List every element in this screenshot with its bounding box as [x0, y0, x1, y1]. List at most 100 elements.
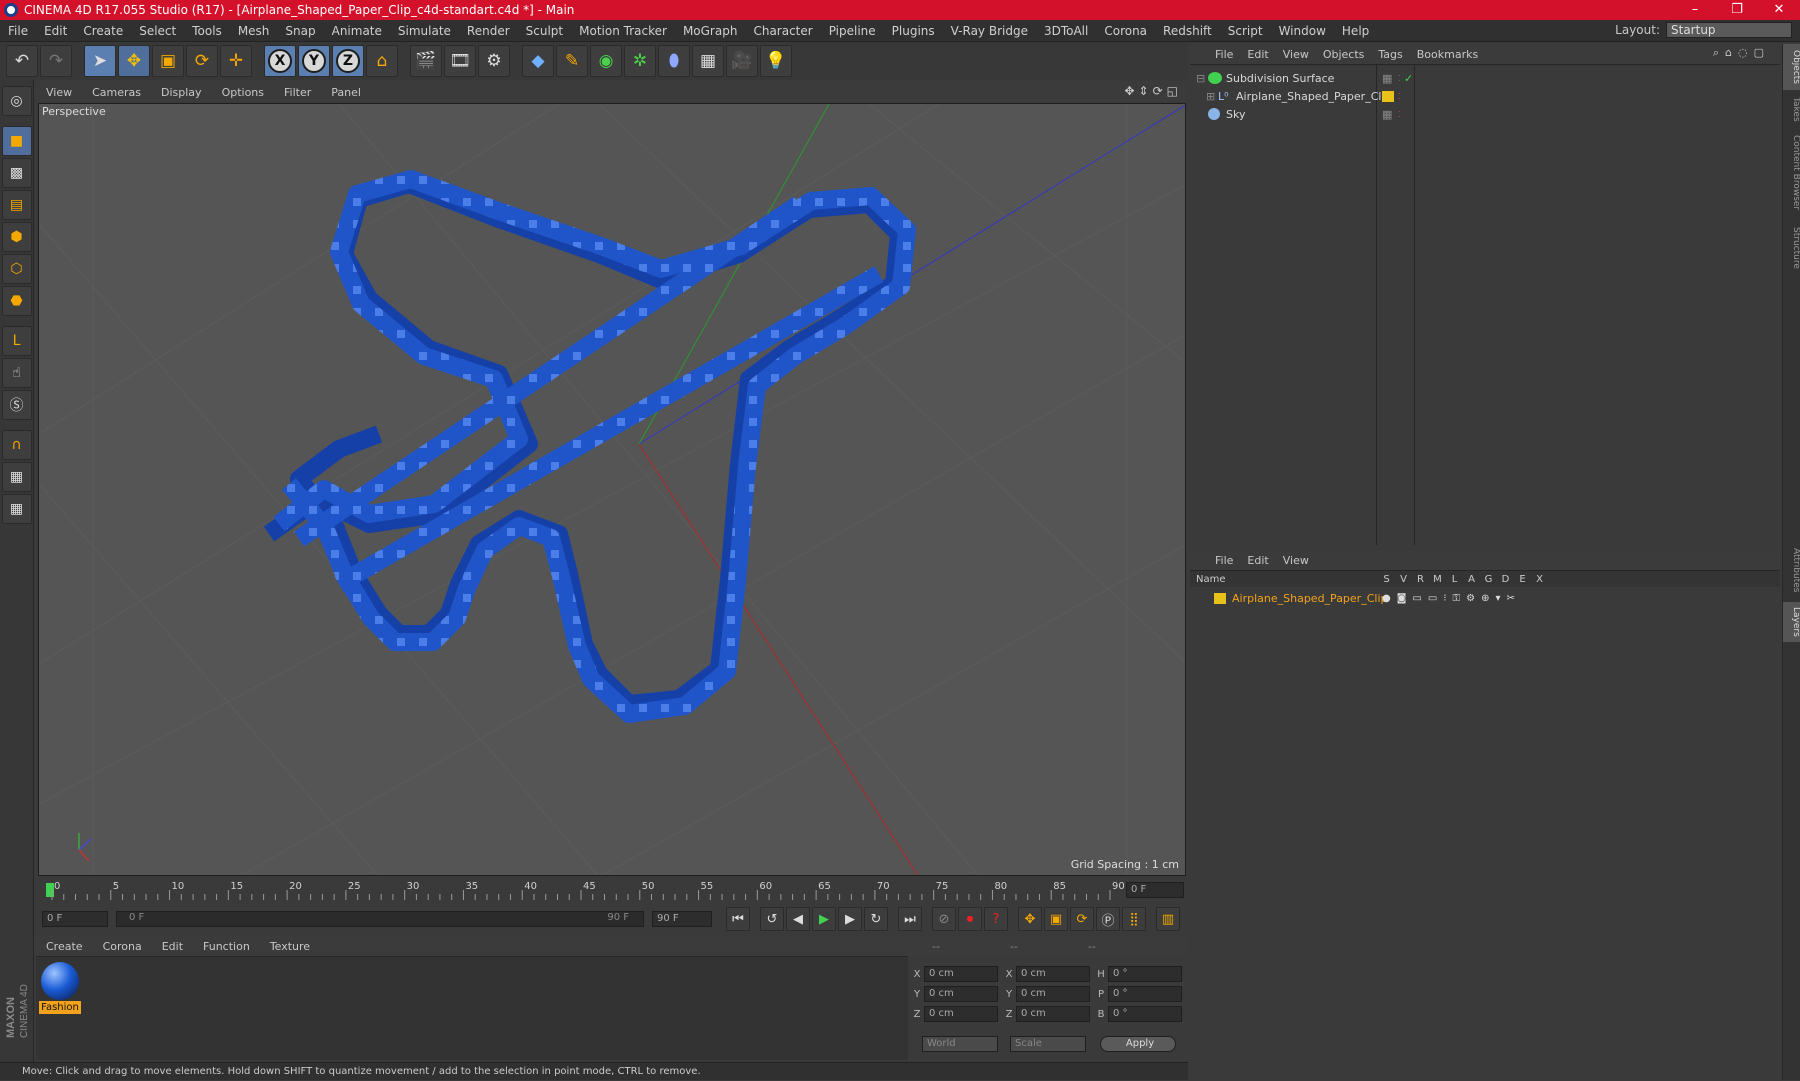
position-y-field[interactable]: 0 cm: [924, 986, 998, 1002]
key-parameter-icon[interactable]: Ⓟ: [1096, 907, 1120, 931]
objects-menu-file[interactable]: File: [1208, 48, 1240, 61]
current-frame-field[interactable]: 0 F: [1126, 882, 1184, 898]
cloner-icon[interactable]: ✲: [624, 45, 656, 77]
x-axis-lock-icon[interactable]: X: [264, 45, 296, 77]
menu-edit[interactable]: Edit: [36, 24, 75, 38]
menu-character[interactable]: Character: [745, 24, 820, 38]
key-position-icon[interactable]: ✥: [1018, 907, 1042, 931]
timeline-window-icon[interactable]: ▥: [1156, 907, 1180, 931]
material-menu-create[interactable]: Create: [36, 940, 93, 953]
key-rotation-icon[interactable]: ⟳: [1070, 907, 1094, 931]
objects-menu-bookmarks[interactable]: Bookmarks: [1410, 48, 1485, 61]
size-y-field[interactable]: 0 cm: [1016, 986, 1090, 1002]
viewport-menu-display[interactable]: Display: [151, 86, 212, 99]
undo-icon[interactable]: ↶: [6, 45, 38, 77]
tweak-mode-icon[interactable]: ☝: [1, 358, 32, 388]
menu-snap[interactable]: Snap: [277, 24, 323, 38]
coordinate-system-icon[interactable]: ⌂: [366, 45, 398, 77]
transform-tool-icon[interactable]: ✛: [220, 45, 252, 77]
render-view-icon[interactable]: 🎬: [410, 45, 442, 77]
tab-structure[interactable]: Structure: [1783, 218, 1800, 278]
move-tool-icon[interactable]: ✥: [118, 45, 150, 77]
previous-frame-icon[interactable]: ◀: [786, 907, 810, 931]
objects-menu-view[interactable]: View: [1276, 48, 1316, 61]
menu-motion-tracker[interactable]: Motion Tracker: [571, 24, 675, 38]
objects-menu-tags[interactable]: Tags: [1371, 48, 1409, 61]
key-scale-icon[interactable]: ▣: [1044, 907, 1068, 931]
playhead-marker[interactable]: [46, 883, 54, 897]
layer-color-icon[interactable]: [1214, 592, 1226, 604]
record-icon[interactable]: ⏺: [958, 907, 982, 931]
layers-menu-view[interactable]: View: [1276, 554, 1316, 567]
menu-help[interactable]: Help: [1334, 24, 1377, 38]
tab-content-browser[interactable]: Content Browser: [1783, 128, 1800, 218]
layer-color-icon[interactable]: [1382, 90, 1394, 102]
light-icon[interactable]: 💡: [760, 45, 792, 77]
visibility-dots-icon[interactable]: ⁚: [1398, 74, 1401, 83]
rotation-h-field[interactable]: 0 °: [1108, 966, 1182, 982]
edges-mode-icon[interactable]: ⬡: [1, 254, 32, 284]
airplane-paper-clip-model[interactable]: [263, 170, 916, 723]
model-mode-icon[interactable]: ■: [1, 126, 32, 156]
cube-primitive-icon[interactable]: ◆: [522, 45, 554, 77]
viewport-menu-panel[interactable]: Panel: [321, 86, 371, 99]
next-key-icon[interactable]: ↻: [864, 907, 888, 931]
z-axis-lock-icon[interactable]: Z: [332, 45, 364, 77]
tab-objects[interactable]: Objects: [1783, 44, 1800, 90]
maximize-button[interactable]: ❐: [1716, 0, 1758, 20]
layout-dropdown[interactable]: Startup: [1666, 22, 1792, 38]
material-menu-corona[interactable]: Corona: [93, 940, 152, 953]
camera-icon[interactable]: 🎥: [726, 45, 758, 77]
texture-mode-icon[interactable]: ▩: [1, 158, 32, 188]
tab-layers[interactable]: Layers: [1783, 602, 1800, 642]
rotation-p-field[interactable]: 0 °: [1108, 986, 1182, 1002]
size-x-field[interactable]: 0 cm: [1016, 966, 1090, 982]
menu-vray-bridge[interactable]: V-Ray Bridge: [943, 24, 1036, 38]
menu-select[interactable]: Select: [131, 24, 184, 38]
make-editable-icon[interactable]: ◎: [1, 86, 32, 116]
minimize-button[interactable]: –: [1674, 0, 1716, 20]
close-button[interactable]: ✕: [1758, 0, 1800, 20]
key-pla-icon[interactable]: ⣿: [1122, 907, 1146, 931]
viewport-maximize-icon[interactable]: ◱: [1167, 84, 1178, 98]
start-frame-field[interactable]: 0 F: [42, 911, 108, 927]
viewport-menu-cameras[interactable]: Cameras: [82, 86, 151, 99]
timeline-ruler[interactable]: 0 5 10 15 20 25 30 35 40 45 50 55 60 65 70 75 80 85 90 0 F: [38, 878, 1186, 902]
axis-mode-icon[interactable]: L: [1, 326, 32, 356]
menu-tools[interactable]: Tools: [184, 24, 230, 38]
menu-3dtoall[interactable]: 3DToAll: [1036, 24, 1096, 38]
object-row[interactable]: ⊟ Subdivision Surface ▦ ⁚ ✓: [1190, 69, 1780, 87]
autokey-icon[interactable]: ?: [984, 907, 1008, 931]
visibility-dots-icon[interactable]: ⁚: [1398, 92, 1401, 101]
objects-menu-objects[interactable]: Objects: [1316, 48, 1372, 61]
magnet-icon[interactable]: ∩: [1, 430, 32, 460]
play-icon[interactable]: ▶: [812, 907, 836, 931]
render-picture-viewer-icon[interactable]: 🎞: [444, 45, 476, 77]
menu-window[interactable]: Window: [1271, 24, 1334, 38]
subdivision-surface-icon[interactable]: ◉: [590, 45, 622, 77]
material-menu-texture[interactable]: Texture: [260, 940, 320, 953]
rotation-b-field[interactable]: 0 °: [1108, 1006, 1182, 1022]
spline-pen-icon[interactable]: ✎: [556, 45, 588, 77]
menu-mograph[interactable]: MoGraph: [675, 24, 746, 38]
position-z-field[interactable]: 0 cm: [924, 1006, 998, 1022]
rotate-tool-icon[interactable]: ⟳: [186, 45, 218, 77]
viewport-menu-view[interactable]: View: [36, 86, 82, 99]
menu-script[interactable]: Script: [1220, 24, 1271, 38]
end-frame-field[interactable]: 90 F: [652, 911, 712, 927]
workplane-settings-icon[interactable]: ▦: [1, 494, 32, 524]
viewport-pan-icon[interactable]: ✥: [1124, 84, 1134, 98]
menu-render[interactable]: Render: [459, 24, 518, 38]
position-x-field[interactable]: 0 cm: [924, 966, 998, 982]
polygons-mode-icon[interactable]: ⬣: [1, 286, 32, 316]
collapse-icon[interactable]: ⊟: [1196, 72, 1208, 85]
viewport-dolly-icon[interactable]: ⇕: [1139, 84, 1149, 98]
objects-menu-edit[interactable]: Edit: [1240, 48, 1275, 61]
apply-button[interactable]: Apply: [1100, 1036, 1176, 1052]
menu-pipeline[interactable]: Pipeline: [821, 24, 884, 38]
go-to-start-icon[interactable]: ⏮: [726, 907, 750, 931]
menu-sculpt[interactable]: Sculpt: [518, 24, 571, 38]
layers-menu-file[interactable]: File: [1208, 554, 1240, 567]
object-row[interactable]: ⊞ L⁰ Airplane_Shaped_Paper_Clip ⁚: [1190, 87, 1780, 105]
menu-simulate[interactable]: Simulate: [390, 24, 459, 38]
